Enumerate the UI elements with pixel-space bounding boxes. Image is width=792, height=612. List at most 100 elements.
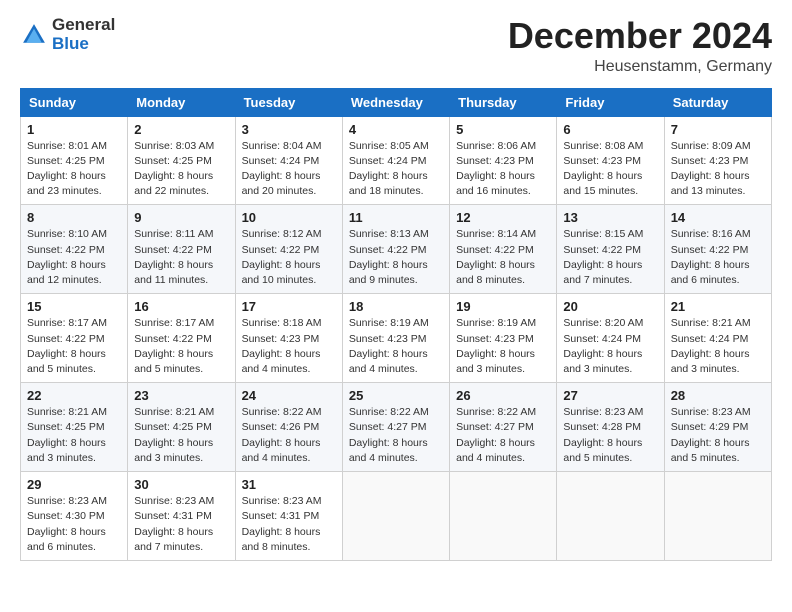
calendar-header-monday: Monday <box>128 88 235 116</box>
day-info: Sunrise: 8:05 AMSunset: 4:24 PMDaylight:… <box>349 139 443 200</box>
day-info: Sunrise: 8:12 AMSunset: 4:22 PMDaylight:… <box>242 227 336 288</box>
day-info: Sunrise: 8:16 AMSunset: 4:22 PMDaylight:… <box>671 227 765 288</box>
calendar-cell: 14 Sunrise: 8:16 AMSunset: 4:22 PMDayligh… <box>664 205 771 294</box>
calendar-cell: 31 Sunrise: 8:23 AMSunset: 4:31 PMDayligh… <box>235 472 342 561</box>
calendar-cell: 8 Sunrise: 8:10 AMSunset: 4:22 PMDaylight… <box>21 205 128 294</box>
day-number: 9 <box>134 210 228 225</box>
calendar-week-4: 22 Sunrise: 8:21 AMSunset: 4:25 PMDayligh… <box>21 383 772 472</box>
calendar-cell: 29 Sunrise: 8:23 AMSunset: 4:30 PMDayligh… <box>21 472 128 561</box>
calendar-cell: 30 Sunrise: 8:23 AMSunset: 4:31 PMDayligh… <box>128 472 235 561</box>
day-number: 30 <box>134 477 228 492</box>
calendar-cell <box>557 472 664 561</box>
day-info: Sunrise: 8:17 AMSunset: 4:22 PMDaylight:… <box>27 316 121 377</box>
day-number: 6 <box>563 122 657 137</box>
day-info: Sunrise: 8:22 AMSunset: 4:27 PMDaylight:… <box>456 405 550 466</box>
calendar-cell <box>342 472 449 561</box>
calendar-table: SundayMondayTuesdayWednesdayThursdayFrid… <box>20 88 772 561</box>
logo-icon <box>20 21 48 49</box>
day-info: Sunrise: 8:20 AMSunset: 4:24 PMDaylight:… <box>563 316 657 377</box>
day-number: 19 <box>456 299 550 314</box>
calendar-cell: 6Sunrise: 8:08 AMSunset: 4:23 PMDaylight… <box>557 116 664 205</box>
day-info: Sunrise: 8:21 AMSunset: 4:25 PMDaylight:… <box>27 405 121 466</box>
calendar-header-wednesday: Wednesday <box>342 88 449 116</box>
day-number: 22 <box>27 388 121 403</box>
day-number: 5 <box>456 122 550 137</box>
day-info: Sunrise: 8:23 AMSunset: 4:31 PMDaylight:… <box>242 494 336 555</box>
calendar-cell: 21Sunrise: 8:21 AMSunset: 4:24 PMDayligh… <box>664 294 771 383</box>
day-info: Sunrise: 8:01 AMSunset: 4:25 PMDaylight:… <box>27 139 121 200</box>
day-number: 31 <box>242 477 336 492</box>
day-number: 4 <box>349 122 443 137</box>
calendar-cell: 3Sunrise: 8:04 AMSunset: 4:24 PMDaylight… <box>235 116 342 205</box>
title-block: December 2024 Heusenstamm, Germany <box>508 16 772 76</box>
day-info: Sunrise: 8:03 AMSunset: 4:25 PMDaylight:… <box>134 139 228 200</box>
day-number: 17 <box>242 299 336 314</box>
calendar-week-5: 29 Sunrise: 8:23 AMSunset: 4:30 PMDayligh… <box>21 472 772 561</box>
month-title: December 2024 <box>508 16 772 56</box>
day-number: 14 <box>671 210 765 225</box>
day-info: Sunrise: 8:18 AMSunset: 4:23 PMDaylight:… <box>242 316 336 377</box>
calendar-cell: 15 Sunrise: 8:17 AMSunset: 4:22 PMDayligh… <box>21 294 128 383</box>
day-number: 24 <box>242 388 336 403</box>
calendar-cell: 16Sunrise: 8:17 AMSunset: 4:22 PMDayligh… <box>128 294 235 383</box>
calendar-week-1: 1 Sunrise: 8:01 AMSunset: 4:25 PMDaylight… <box>21 116 772 205</box>
day-info: Sunrise: 8:23 AMSunset: 4:29 PMDaylight:… <box>671 405 765 466</box>
calendar-cell: 10Sunrise: 8:12 AMSunset: 4:22 PMDayligh… <box>235 205 342 294</box>
calendar-cell: 25Sunrise: 8:22 AMSunset: 4:27 PMDayligh… <box>342 383 449 472</box>
day-number: 2 <box>134 122 228 137</box>
calendar-cell: 22 Sunrise: 8:21 AMSunset: 4:25 PMDayligh… <box>21 383 128 472</box>
day-info: Sunrise: 8:17 AMSunset: 4:22 PMDaylight:… <box>134 316 228 377</box>
day-info: Sunrise: 8:13 AMSunset: 4:22 PMDaylight:… <box>349 227 443 288</box>
calendar-cell: 4 Sunrise: 8:05 AMSunset: 4:24 PMDaylight… <box>342 116 449 205</box>
calendar-cell: 26 Sunrise: 8:22 AMSunset: 4:27 PMDayligh… <box>450 383 557 472</box>
calendar-cell: 1 Sunrise: 8:01 AMSunset: 4:25 PMDaylight… <box>21 116 128 205</box>
day-number: 27 <box>563 388 657 403</box>
day-number: 1 <box>27 122 121 137</box>
calendar-cell: 27Sunrise: 8:23 AMSunset: 4:28 PMDayligh… <box>557 383 664 472</box>
day-number: 21 <box>671 299 765 314</box>
day-info: Sunrise: 8:06 AMSunset: 4:23 PMDaylight:… <box>456 139 550 200</box>
page-header: General Blue December 2024 Heusenstamm, … <box>20 16 772 76</box>
calendar-cell: 23 Sunrise: 8:21 AMSunset: 4:25 PMDayligh… <box>128 383 235 472</box>
day-info: Sunrise: 8:23 AMSunset: 4:31 PMDaylight:… <box>134 494 228 555</box>
calendar-week-2: 8 Sunrise: 8:10 AMSunset: 4:22 PMDaylight… <box>21 205 772 294</box>
calendar-cell: 20 Sunrise: 8:20 AMSunset: 4:24 PMDayligh… <box>557 294 664 383</box>
calendar-cell <box>450 472 557 561</box>
calendar-cell: 2 Sunrise: 8:03 AMSunset: 4:25 PMDaylight… <box>128 116 235 205</box>
logo: General Blue <box>20 16 115 53</box>
day-info: Sunrise: 8:19 AMSunset: 4:23 PMDaylight:… <box>349 316 443 377</box>
calendar-cell: 19 Sunrise: 8:19 AMSunset: 4:23 PMDayligh… <box>450 294 557 383</box>
day-number: 29 <box>27 477 121 492</box>
day-number: 8 <box>27 210 121 225</box>
day-number: 20 <box>563 299 657 314</box>
location: Heusenstamm, Germany <box>508 58 772 76</box>
calendar-cell: 13Sunrise: 8:15 AMSunset: 4:22 PMDayligh… <box>557 205 664 294</box>
day-number: 15 <box>27 299 121 314</box>
calendar-cell: 7Sunrise: 8:09 AMSunset: 4:23 PMDaylight… <box>664 116 771 205</box>
calendar-header-row: SundayMondayTuesdayWednesdayThursdayFrid… <box>21 88 772 116</box>
day-info: Sunrise: 8:21 AMSunset: 4:25 PMDaylight:… <box>134 405 228 466</box>
calendar-cell: 9 Sunrise: 8:11 AMSunset: 4:22 PMDaylight… <box>128 205 235 294</box>
day-number: 3 <box>242 122 336 137</box>
day-number: 11 <box>349 210 443 225</box>
calendar-cell: 5 Sunrise: 8:06 AMSunset: 4:23 PMDaylight… <box>450 116 557 205</box>
day-number: 26 <box>456 388 550 403</box>
calendar-cell: 24Sunrise: 8:22 AMSunset: 4:26 PMDayligh… <box>235 383 342 472</box>
calendar-header-saturday: Saturday <box>664 88 771 116</box>
day-info: Sunrise: 8:11 AMSunset: 4:22 PMDaylight:… <box>134 227 228 288</box>
calendar-week-3: 15 Sunrise: 8:17 AMSunset: 4:22 PMDayligh… <box>21 294 772 383</box>
day-info: Sunrise: 8:19 AMSunset: 4:23 PMDaylight:… <box>456 316 550 377</box>
calendar-cell <box>664 472 771 561</box>
day-info: Sunrise: 8:23 AMSunset: 4:30 PMDaylight:… <box>27 494 121 555</box>
day-info: Sunrise: 8:15 AMSunset: 4:22 PMDaylight:… <box>563 227 657 288</box>
calendar-header-tuesday: Tuesday <box>235 88 342 116</box>
day-info: Sunrise: 8:09 AMSunset: 4:23 PMDaylight:… <box>671 139 765 200</box>
calendar-header-thursday: Thursday <box>450 88 557 116</box>
day-number: 23 <box>134 388 228 403</box>
day-number: 12 <box>456 210 550 225</box>
day-info: Sunrise: 8:22 AMSunset: 4:27 PMDaylight:… <box>349 405 443 466</box>
calendar-cell: 18Sunrise: 8:19 AMSunset: 4:23 PMDayligh… <box>342 294 449 383</box>
calendar-header-friday: Friday <box>557 88 664 116</box>
day-info: Sunrise: 8:10 AMSunset: 4:22 PMDaylight:… <box>27 227 121 288</box>
day-info: Sunrise: 8:14 AMSunset: 4:22 PMDaylight:… <box>456 227 550 288</box>
